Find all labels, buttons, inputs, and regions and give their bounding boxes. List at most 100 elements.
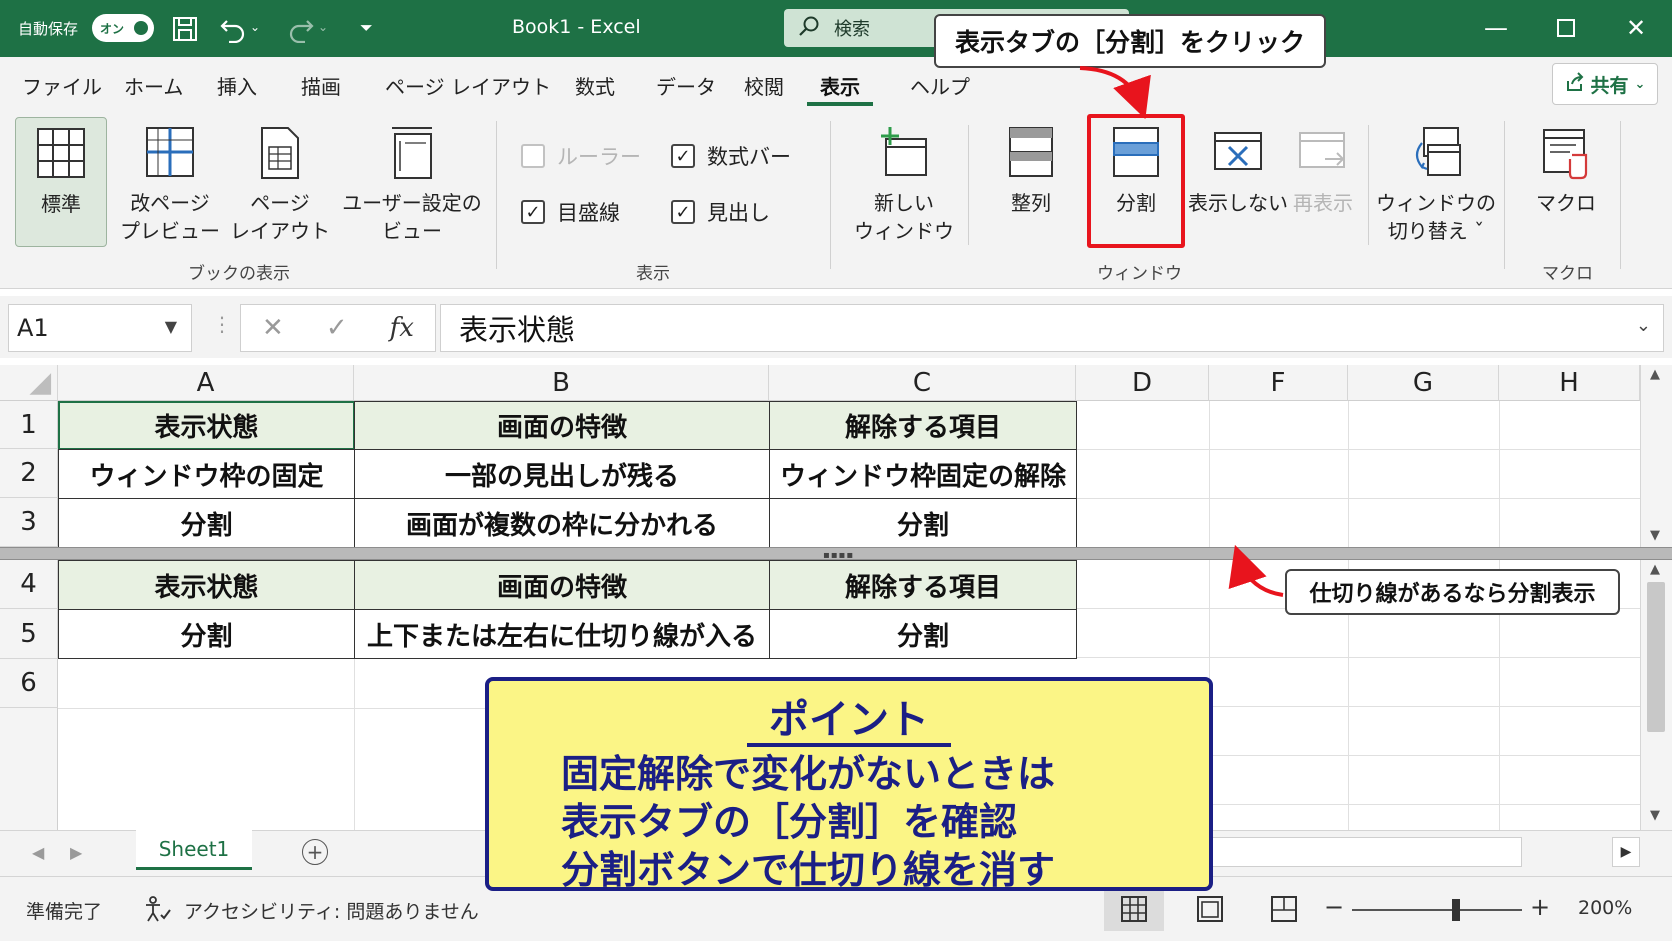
customize-qat-icon[interactable]: ⏷ [360,18,373,38]
cell-a3[interactable]: 分割 [58,498,355,548]
new-window-button[interactable]: 新しい ウィンドウ [849,117,959,245]
cell-a1[interactable]: 表示状態 [58,401,355,450]
headings-checkbox[interactable]: ✓ 見出し [671,197,770,227]
zoom-slider[interactable] [1352,909,1522,911]
cell-b4[interactable]: 画面の特徴 [354,560,770,610]
page-layout-view-button[interactable]: ページ レイアウト [228,117,332,245]
horizontal-scrollbar[interactable] [1210,837,1522,867]
point-note-box: ポイント 固定解除で変化がないときは 表示タブの［分割］を確認 分割ボタンで仕切… [485,677,1213,892]
expand-formula-icon[interactable]: ⌄ [1636,315,1651,336]
maximize-icon[interactable] [1546,10,1586,46]
row-header-1[interactable]: 1 [0,401,58,449]
redo-dropdown-icon[interactable]: ⌄ [318,20,328,34]
cell-c5[interactable]: 分割 [769,609,1077,659]
custom-views-label-1: ユーザー設定の [342,191,482,215]
column-header-g[interactable]: G [1348,365,1499,401]
tab-help[interactable]: ヘルプ [910,71,970,100]
sheet-tab-sheet1[interactable]: Sheet1 [136,830,252,870]
vertical-scrollbar-top[interactable]: ▲ ▼ [1640,365,1672,547]
column-header-c[interactable]: C [769,365,1076,401]
next-sheet-icon[interactable]: ▶ [70,843,82,862]
cell-b2[interactable]: 一部の見出しが残る [354,449,770,499]
tab-review[interactable]: 校閲 [744,71,784,100]
enter-icon[interactable]: ✓ [326,313,348,343]
cell-a2[interactable]: ウィンドウ枠の固定 [58,449,355,499]
normal-view-status-icon[interactable] [1104,887,1164,931]
add-sheet-icon[interactable]: + [302,839,328,865]
accessibility-status[interactable]: アクセシビリティ: 問題ありません [184,897,479,924]
insert-function-icon[interactable]: fx [390,313,414,343]
tab-home[interactable]: ホーム [124,71,183,100]
cancel-icon[interactable]: ✕ [262,313,284,343]
row-header-6[interactable]: 6 [0,659,58,708]
prev-sheet-icon[interactable]: ◀ [32,843,44,862]
row-header-5[interactable]: 5 [0,609,58,659]
undo-icon[interactable] [216,12,250,46]
ruler-checkbox[interactable]: ルーラー [521,141,641,171]
scroll-down-icon[interactable]: ▼ [1650,528,1660,543]
tab-insert[interactable]: 挿入 [217,71,257,100]
formula-bar-checkbox[interactable]: ✓ 数式バー [671,141,791,171]
tab-view[interactable]: 表示 [820,71,860,100]
zoom-out-icon[interactable]: − [1324,893,1344,921]
autosave-toggle-label: オン [100,21,125,36]
cell-a5[interactable]: 分割 [58,609,355,659]
hide-window-button[interactable]: 表示しない [1188,117,1288,217]
page-layout-status-icon[interactable] [1180,887,1240,931]
scroll-up-icon[interactable]: ▲ [1650,562,1660,577]
cell-b5[interactable]: 上下または左右に仕切り線が入る [354,609,770,659]
name-box[interactable]: A1 ▼ [8,304,192,352]
row-header-3[interactable]: 3 [0,498,58,547]
select-all-corner[interactable] [0,365,58,401]
tab-data[interactable]: データ [656,71,716,100]
column-header-h[interactable]: H [1499,365,1640,401]
normal-view-button[interactable]: 標準 [15,117,107,247]
scroll-down-icon[interactable]: ▼ [1650,808,1660,823]
cell-b1[interactable]: 画面の特徴 [354,401,770,450]
minimize-icon[interactable]: — [1476,10,1516,46]
macros-button[interactable]: マクロ [1520,117,1612,217]
arrange-all-button[interactable]: 整列 [983,117,1079,217]
zoom-level[interactable]: 200% [1578,897,1632,919]
tab-formulas[interactable]: 数式 [575,71,615,100]
zoom-in-icon[interactable]: + [1530,893,1550,921]
scroll-thumb[interactable] [1647,582,1665,732]
point-title-text: ポイント [747,697,951,747]
row-header-4[interactable]: 4 [0,560,58,609]
cell-b3[interactable]: 画面が複数の枠に分かれる [354,498,770,548]
cell-c1[interactable]: 解除する項目 [769,401,1077,450]
scroll-up-icon[interactable]: ▲ [1650,367,1660,382]
redo-icon[interactable] [284,12,318,46]
zoom-slider-thumb[interactable] [1452,899,1460,921]
drag-handle-icon[interactable]: ⋮ [212,312,232,336]
undo-dropdown-icon[interactable]: ⌄ [250,20,260,34]
tab-page-layout[interactable]: ページ レイアウト [385,71,551,100]
column-header-b[interactable]: B [354,365,769,401]
chevron-down-icon[interactable]: ▼ [165,317,177,336]
page-break-status-icon[interactable] [1254,887,1314,931]
gridlines-checkbox[interactable]: ✓ 目盛線 [521,197,620,227]
formula-input[interactable]: 表示状態 ⌄ [440,304,1664,352]
cell-c3[interactable]: 分割 [769,498,1077,548]
save-icon[interactable] [168,12,202,46]
switch-windows-button[interactable]: ウィンドウの 切り替え ˇ [1376,117,1496,245]
column-header-d[interactable]: D [1076,365,1209,401]
tab-draw[interactable]: 描画 [301,71,341,100]
page-break-preview-button[interactable]: 改ページ プレビュー [118,117,222,245]
accessibility-icon[interactable] [144,895,172,927]
vertical-scrollbar-bottom[interactable]: ▲ ▼ [1640,560,1672,830]
column-header-a[interactable]: A [58,365,354,401]
share-button[interactable]: 共有 ⌄ [1552,63,1658,105]
cell-c2[interactable]: ウィンドウ枠固定の解除 [769,449,1077,499]
tab-file[interactable]: ファイル [22,71,102,100]
unhide-window-button[interactable]: 再表示 [1288,117,1358,217]
cell-c4[interactable]: 解除する項目 [769,560,1077,610]
scroll-right-icon[interactable]: ▶ [1612,837,1640,867]
close-icon[interactable]: ✕ [1616,10,1656,46]
row-header-2[interactable]: 2 [0,449,58,498]
autosave-toggle[interactable]: オン [92,14,154,42]
split-bar[interactable]: ▪▪▪▪ [0,547,1672,561]
cell-a4[interactable]: 表示状態 [58,560,355,610]
column-header-f[interactable]: F [1209,365,1348,401]
custom-views-button[interactable]: ユーザー設定の ビュー [342,117,482,245]
